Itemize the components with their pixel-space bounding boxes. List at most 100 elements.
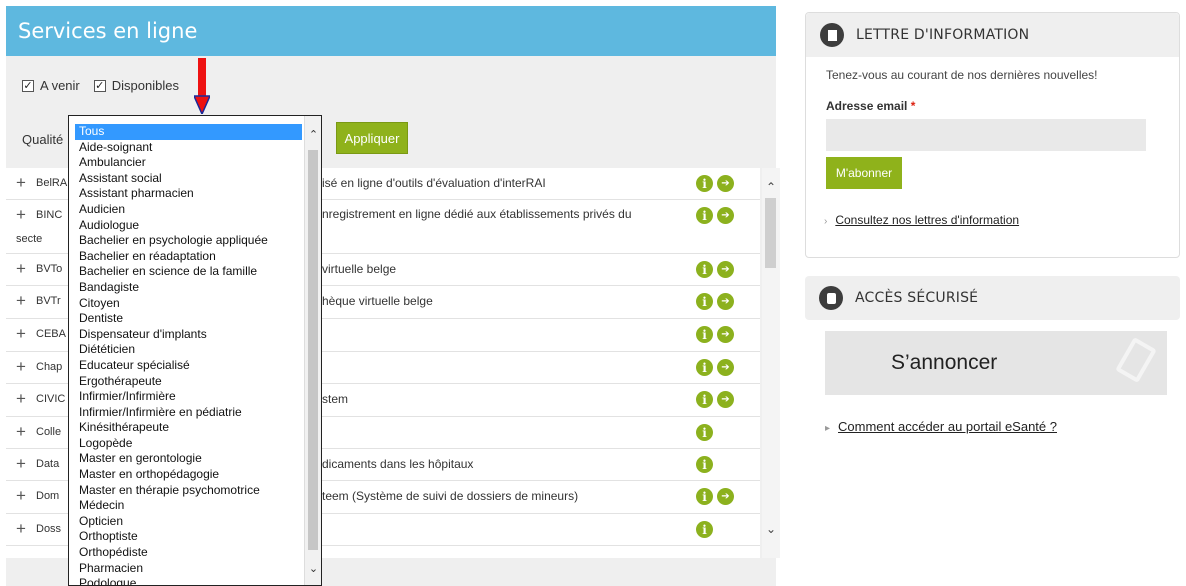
quality-option[interactable]: Dentiste — [69, 311, 304, 327]
info-icon[interactable]: i — [696, 175, 713, 192]
email-label: Adresse email * — [826, 99, 915, 113]
arrow-right-icon[interactable]: ➔ — [717, 207, 734, 224]
service-actions: i ➔ — [696, 359, 734, 376]
quality-option[interactable]: Orthopédiste — [69, 545, 304, 561]
disponibles-checkbox[interactable]: ✓ — [93, 79, 106, 92]
expand-plus-icon[interactable]: + — [6, 319, 36, 349]
expand-plus-icon[interactable]: + — [6, 514, 36, 544]
info-icon[interactable]: i — [696, 488, 713, 505]
service-description: stem — [322, 392, 349, 406]
apply-button[interactable]: Appliquer — [336, 122, 408, 154]
quality-option[interactable]: Opticien — [69, 514, 304, 530]
quality-option[interactable]: Infirmier/Infirmière — [69, 389, 304, 405]
info-icon[interactable]: i — [696, 359, 713, 376]
info-icon[interactable]: i — [696, 261, 713, 278]
esante-help-link-row: ▸ Comment accéder au portail eSanté ? — [825, 419, 1057, 434]
email-label-text: Adresse email — [826, 99, 908, 113]
quality-option[interactable]: Citoyen — [69, 296, 304, 312]
quality-option[interactable]: Dispensateur d'implants — [69, 327, 304, 343]
quality-option[interactable]: Bachelier en science de la famille — [69, 264, 304, 280]
service-actions: i ➔ — [696, 207, 734, 224]
chevron-down-icon[interactable]: ⌄ — [762, 522, 780, 536]
newsletter-intro: Tenez-vous au courant de nos dernières n… — [826, 68, 1098, 82]
quality-option[interactable]: Médecin — [69, 498, 304, 514]
service-actions: i ➔ — [696, 326, 734, 343]
expand-plus-icon[interactable]: + — [6, 168, 36, 198]
quality-option[interactable]: Master en orthopédagogie — [69, 467, 304, 483]
quality-option[interactable]: Tous — [75, 124, 302, 140]
service-description: isé en ligne d'outils d'évaluation d'int… — [322, 176, 546, 190]
quality-option[interactable]: Diététicien — [69, 342, 304, 358]
expand-plus-icon[interactable]: + — [6, 449, 36, 479]
a-venir-checkbox[interactable]: ✓ — [22, 79, 34, 92]
quality-option[interactable]: Bachelier en réadaptation — [69, 249, 304, 265]
quality-option[interactable]: Bandagiste — [69, 280, 304, 296]
newsletters-link[interactable]: Consultez nos lettres d'information — [835, 213, 1019, 227]
login-label: S’annoncer — [891, 351, 998, 374]
quality-option[interactable]: Orthoptiste — [69, 529, 304, 545]
document-icon — [820, 23, 844, 47]
arrow-right-icon[interactable]: ➔ — [717, 261, 734, 278]
disponibles-label: Disponibles — [111, 78, 179, 93]
arrow-right-icon[interactable]: ➔ — [717, 391, 734, 408]
dropdown-scroll-thumb[interactable] — [308, 150, 318, 550]
info-icon[interactable]: i — [696, 293, 713, 310]
secure-header: ACCÈS SÉCURISÉ — [805, 276, 1180, 320]
service-description: nregistrement en ligne dédié aux établis… — [322, 207, 632, 221]
quality-option[interactable]: Assistant social — [69, 171, 304, 187]
page-title: Services en ligne — [18, 19, 198, 43]
esante-help-link[interactable]: Comment accéder au portail eSanté ? — [838, 419, 1057, 434]
expand-plus-icon[interactable]: + — [6, 481, 36, 511]
service-actions: i ➔ — [696, 261, 734, 278]
subscribe-button[interactable]: M'abonner — [826, 157, 902, 189]
quality-option[interactable]: Ergothérapeute — [69, 374, 304, 390]
chevron-up-icon[interactable]: ⌃ — [762, 180, 780, 194]
secure-access-box: ACCÈS SÉCURISÉ S’annoncer ▸ Comment accéd… — [805, 276, 1180, 486]
newsletter-header: LETTRE D'INFORMATION — [806, 13, 1179, 57]
expand-plus-icon[interactable]: + — [6, 384, 36, 414]
quality-option[interactable]: Master en thérapie psychomotrice — [69, 483, 304, 499]
info-icon[interactable]: i — [696, 521, 713, 538]
quality-option[interactable]: Audicien — [69, 202, 304, 218]
expand-plus-icon[interactable]: + — [6, 286, 36, 316]
a-venir-label: A venir — [40, 78, 80, 93]
lock-icon — [819, 286, 843, 310]
arrow-right-icon[interactable]: ➔ — [717, 359, 734, 376]
service-description: virtuelle belge — [322, 262, 397, 276]
arrow-right-icon[interactable]: ➔ — [717, 175, 734, 192]
service-actions: i — [696, 521, 713, 538]
quality-option[interactable]: Kinésithérapeute — [69, 420, 304, 436]
arrow-right-icon[interactable]: ➔ — [717, 293, 734, 310]
quality-option[interactable]: Logopède — [69, 436, 304, 452]
panel-header: Services en ligne — [6, 6, 776, 56]
quality-option[interactable]: Infirmier/Infirmière en pédiatrie — [69, 405, 304, 421]
service-actions: i ➔ — [696, 293, 734, 310]
chevron-up-icon[interactable]: ⌃ — [305, 128, 321, 141]
info-icon[interactable]: i — [696, 456, 713, 473]
quality-option[interactable]: Aide-soignant — [69, 140, 304, 156]
scrollbar-thumb[interactable] — [765, 198, 776, 268]
quality-option[interactable]: Educateur spécialisé — [69, 358, 304, 374]
expand-plus-icon[interactable]: + — [6, 417, 36, 447]
info-icon[interactable]: i — [696, 207, 713, 224]
info-icon[interactable]: i — [696, 424, 713, 441]
quality-select-dropdown[interactable]: Tous Aide-soignant Ambulancier Assistant so… — [68, 115, 322, 586]
dropdown-scrollbar[interactable]: ⌃ ⌄ — [304, 116, 321, 585]
quality-option[interactable]: Podologue — [69, 576, 304, 585]
arrow-right-icon[interactable]: ➔ — [717, 326, 734, 343]
arrow-right-icon[interactable]: ➔ — [717, 488, 734, 505]
quality-option[interactable]: Master en gerontologie — [69, 451, 304, 467]
expand-plus-icon[interactable]: + — [6, 352, 36, 382]
quality-option[interactable]: Ambulancier — [69, 155, 304, 171]
email-field[interactable] — [826, 119, 1146, 151]
quality-option[interactable]: Audiologue — [69, 218, 304, 234]
quality-option[interactable]: Bachelier en psychologie appliquée — [69, 233, 304, 249]
info-icon[interactable]: i — [696, 326, 713, 343]
quality-option[interactable]: Pharmacien — [69, 561, 304, 577]
chevron-down-icon[interactable]: ⌄ — [305, 562, 321, 575]
login-button[interactable]: S’annoncer — [825, 331, 1167, 395]
info-icon[interactable]: i — [696, 391, 713, 408]
service-list-scrollbar[interactable]: ⌃ ⌄ — [762, 168, 780, 558]
expand-plus-icon[interactable]: + — [6, 254, 36, 284]
quality-option[interactable]: Assistant pharmacien — [69, 186, 304, 202]
